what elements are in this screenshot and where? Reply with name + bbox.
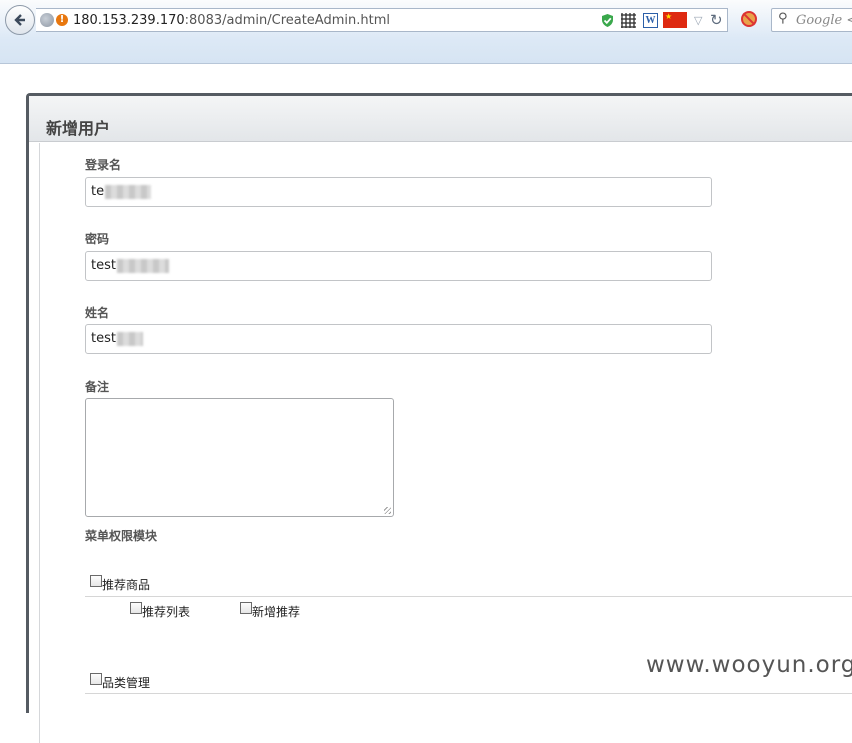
checkbox-category-management[interactable]	[90, 673, 102, 685]
watermark: www.wooyun.org	[646, 652, 852, 678]
remark-label: 备注	[85, 380, 110, 394]
adblock-icon[interactable]	[741, 11, 757, 27]
redacted-text	[116, 258, 169, 273]
real-name-label: 姓名	[85, 306, 110, 320]
real-name-field[interactable]: test	[85, 324, 712, 354]
search-input[interactable]: ⚲ Google <	[771, 8, 852, 32]
checkbox-add-recommend[interactable]	[240, 602, 252, 614]
search-placeholder: Google <	[796, 13, 852, 28]
address-bar[interactable]: ! 180.153.239.170:8083/admin/CreateAdmin…	[36, 8, 728, 32]
real-name-value: test	[91, 331, 116, 346]
add-recommend-label: 新增推荐	[252, 605, 301, 619]
remark-textarea[interactable]	[85, 398, 394, 517]
menu-permissions-label: 菜单权限模块	[85, 529, 158, 543]
recommend-list-label: 推荐列表	[142, 605, 191, 619]
qr-code-icon[interactable]	[621, 13, 636, 28]
divider	[85, 693, 852, 694]
globe-icon	[40, 13, 54, 27]
redacted-text	[105, 184, 152, 199]
shield-icon[interactable]	[600, 13, 615, 28]
panel-header: 新增用户	[29, 96, 852, 142]
create-admin-panel: 新增用户 登录名 te 密码 test 姓名 test 备注 菜单权限模块 推荐…	[26, 93, 852, 743]
search-icon: ⚲	[778, 11, 788, 26]
password-label: 密码	[85, 232, 110, 246]
login-name-field[interactable]: te	[85, 177, 712, 207]
back-button[interactable]	[5, 5, 35, 35]
reload-icon[interactable]: ↻	[710, 11, 725, 29]
checkbox-recommend-list[interactable]	[130, 602, 142, 614]
china-flag-icon[interactable]: ★	[663, 12, 687, 28]
url-host: 180.153.239.170	[73, 13, 185, 28]
back-arrow-icon	[14, 14, 25, 26]
recommend-products-label: 推荐商品	[102, 578, 151, 592]
category-management-label: 品类管理	[102, 676, 151, 690]
page-title: 新增用户	[46, 119, 111, 138]
url-dropdown-icon[interactable]: ▽	[694, 14, 709, 29]
password-value: test	[91, 258, 116, 273]
password-field[interactable]: test	[85, 251, 712, 281]
checkbox-recommend-products[interactable]	[90, 575, 102, 587]
warning-icon[interactable]: !	[56, 14, 68, 26]
browser-toolbar: ! 180.153.239.170:8083/admin/CreateAdmin…	[0, 0, 852, 64]
divider	[85, 596, 852, 597]
redacted-text	[116, 331, 143, 346]
login-name-label: 登录名	[85, 158, 122, 172]
url-text[interactable]: 180.153.239.170:8083/admin/CreateAdmin.h…	[73, 13, 390, 28]
word-icon[interactable]: W	[643, 13, 658, 28]
url-path: :8083/admin/CreateAdmin.html	[184, 13, 390, 28]
login-name-value: te	[91, 184, 105, 199]
resize-grip-icon[interactable]	[384, 507, 391, 514]
